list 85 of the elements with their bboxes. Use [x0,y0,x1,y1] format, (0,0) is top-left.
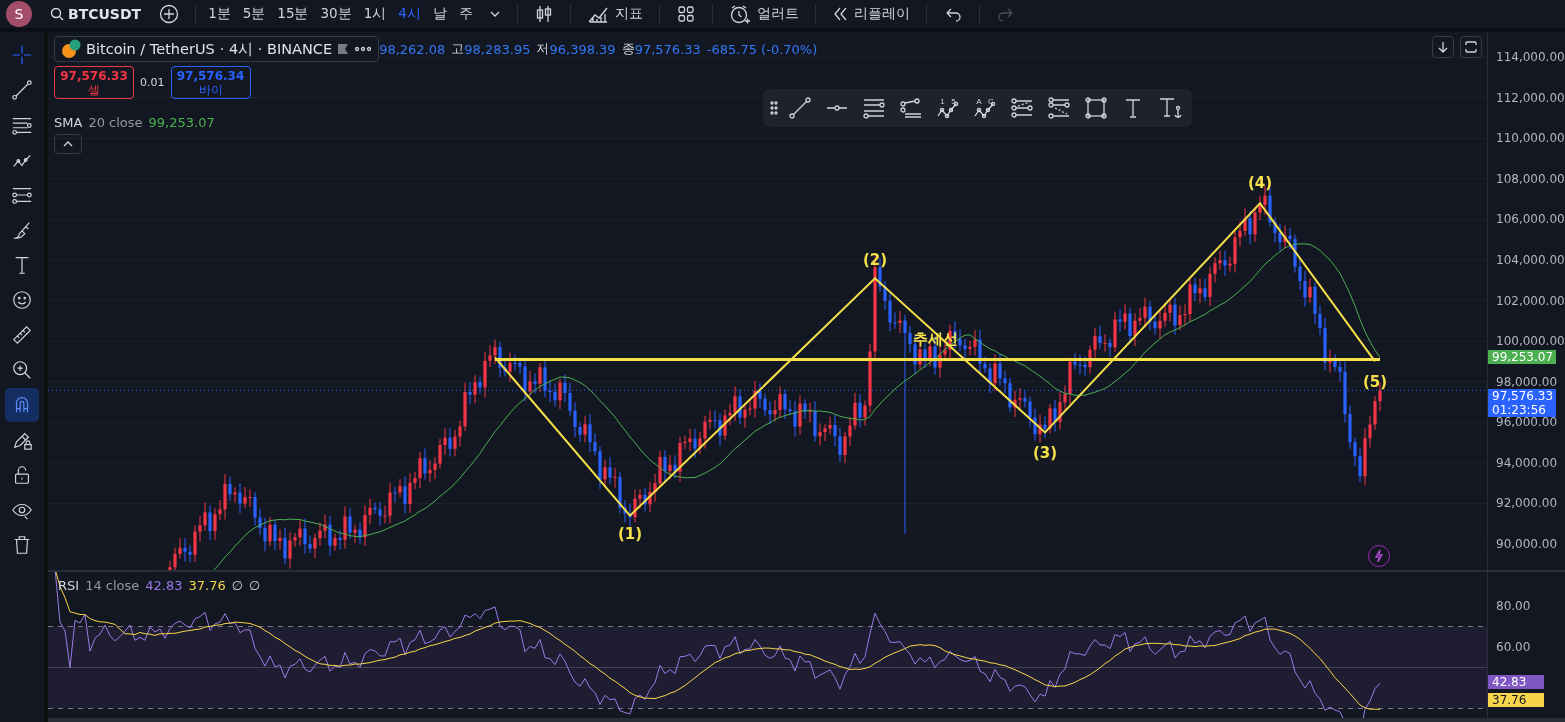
price-change: -685.75 (-0.70%) [706,41,818,57]
axis-label: 92,000.00 [1496,497,1558,510]
drawing-tool-button[interactable] [5,388,39,422]
axis-label: 108,000.00 [1496,172,1565,185]
interval-tab[interactable]: 1분 [204,0,235,28]
avatar[interactable]: S [6,1,32,27]
indicator-value: 37.76 [188,578,226,593]
horizontal-lines-icon [861,96,886,120]
indicator-name: SMA [54,115,83,130]
interval-tab[interactable]: 15분 [273,0,313,28]
spread: 0.01 [140,76,165,89]
grid-icon [675,4,696,24]
toolbar-button[interactable]: 리플레이 [823,0,918,28]
horizontal-line-icon [825,105,848,111]
rsi-badge: 37.76 [1488,693,1544,707]
interval-tab[interactable]: 30분 [316,0,356,28]
axis-label: 114,000.00 [1496,51,1565,64]
rsi-badge: 42.83 [1488,675,1544,689]
interval-tab[interactable]: 주 [454,0,477,28]
symbol-search[interactable]: BTCUSDT [44,6,148,22]
wave-label: (2) [862,251,888,269]
lightning-icon [1373,549,1385,563]
axis-label: 96,000.00 [1496,416,1558,429]
indicator-params: 14 close [85,578,140,593]
price-badge: 97,576.33 01:23:56 [1488,389,1556,418]
indicator-name: RSI [58,578,80,593]
indicator-params: 20 close [88,115,143,130]
wave-label: (5) [1362,372,1388,391]
buy-button[interactable]: 97,576.34 바이 [170,66,251,99]
indicator-value: 42.83 [145,578,183,593]
fullscreen-icon [1464,40,1478,54]
axis-label: 106,000.00 [1496,213,1565,226]
indicator-value: 99,253.07 [148,115,215,130]
axis-label: 94,000.00 [1496,456,1558,469]
ohlc-label: 고 [451,40,465,58]
alarm-clock-icon [728,4,751,24]
symbol-info[interactable]: Bitcoin / TetherUS · 4시 · BINANCE [54,36,380,62]
wave-label: (3) [1032,443,1058,462]
rectangle-icon [1083,96,1108,120]
crosshair-icon [11,43,33,67]
ruler-icon [11,323,33,347]
indicator-value: ∅ [249,578,261,593]
interval-tab[interactable]: 5분 [238,0,270,28]
sell-button[interactable]: 97,576.33 셀 [54,66,134,99]
symbol-name: Bitcoin / TetherUS [86,41,215,57]
axis-label: 80.00 [1496,600,1531,612]
wave-label: (4) [1247,173,1273,192]
toolbar-button[interactable]: 지표 [578,0,651,28]
interval-exchange: · 4시 · BINANCE [219,39,333,59]
scroll-to-latest-button[interactable] [1432,36,1454,58]
ohlc-value: 97,576.33 [634,41,701,57]
price-badge: 99,253.07 [1488,349,1556,364]
interval-tab[interactable]: 4시 [394,0,425,28]
smiley-icon [11,288,33,312]
ohlc-value: 98,262.08 [379,41,446,57]
axis-label: 90,000.00 [1496,538,1558,551]
channel-icon [898,96,923,120]
coin-icon [61,39,81,59]
lines-icon [1046,96,1071,120]
axis-label: 100,000.00 [1496,335,1565,348]
more-icon [354,45,373,53]
ohlc-value: 96,398.39 [549,41,616,57]
axis-label: 110,000.00 [1496,132,1565,145]
interval-tab[interactable]: 1시 [359,0,391,28]
wave-label: (1) [617,524,643,543]
axis-label: 104,000.00 [1496,254,1565,266]
axis-label: 102,000.00 [1496,294,1565,307]
ohlc-value: 98,283.95 [464,41,531,57]
ohlc-label: 종 [621,40,635,58]
flag-icon [337,43,350,55]
toolbar-button[interactable]: 얼러트 [720,0,807,28]
indicator-value: ∅ [231,578,244,593]
lines-icon [1009,96,1034,120]
axis-label: 60.00 [1496,641,1531,653]
collapse-button[interactable] [54,134,82,154]
trend-line-icon [11,78,33,102]
interval-tab[interactable]: 날 [428,0,451,28]
trend-line-icon [787,96,812,120]
plus-icon [159,4,180,24]
axis-label: 112,000.00 [1496,91,1565,104]
ohlc-label: 저 [536,40,550,58]
fullscreen-button[interactable] [1460,36,1482,58]
axis-label: 98,000.00 [1496,375,1558,388]
arrow-down-icon [1436,40,1450,54]
search-icon [50,7,64,21]
